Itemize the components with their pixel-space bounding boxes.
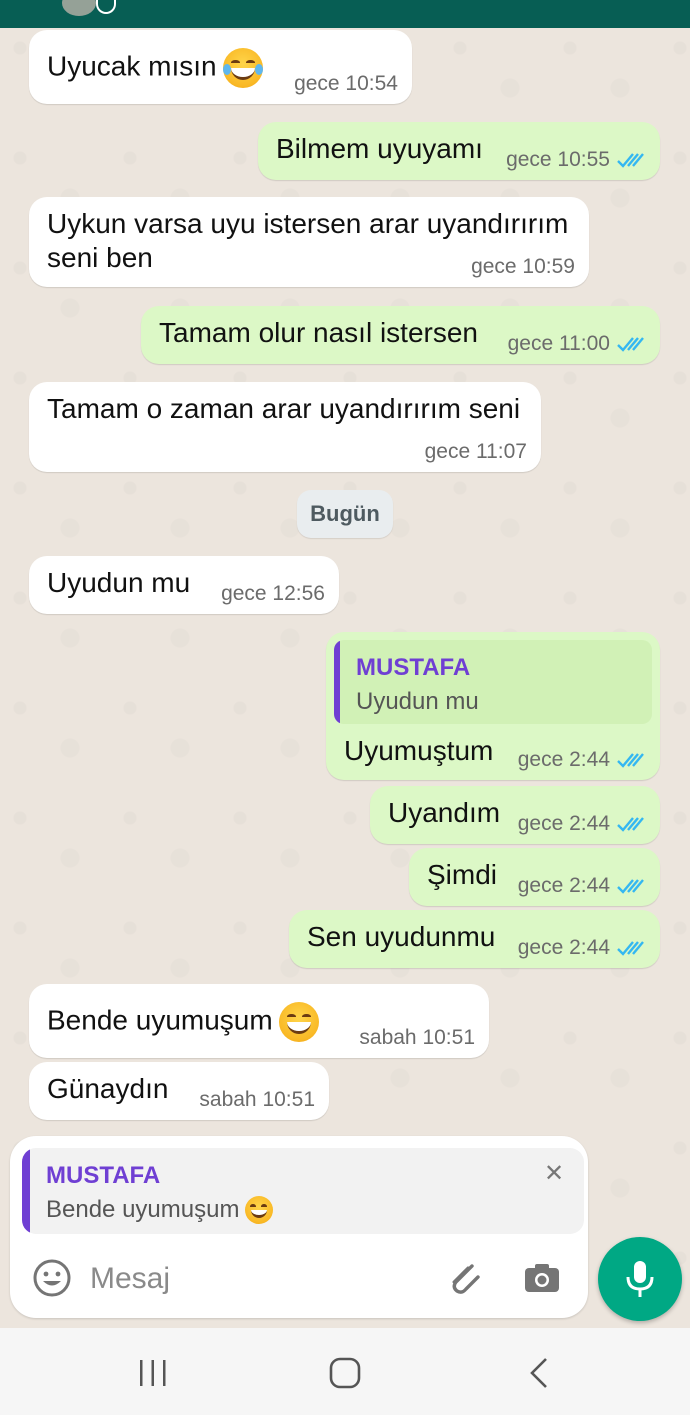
message-time: gece 11:07 [424, 440, 527, 463]
status-icon [96, 0, 116, 14]
message-incoming[interactable]: Uykun varsa uyu istersen arar uyandırırı… [29, 197, 589, 287]
system-navbar [0, 1328, 690, 1415]
message-text: Tamam olur nasıl istersen [159, 317, 479, 348]
home-icon[interactable] [328, 1356, 362, 1390]
back-icon[interactable] [526, 1356, 554, 1390]
message-outgoing[interactable]: Uyandım gece 2:44 [370, 786, 660, 844]
message-text: Uyandım [388, 797, 501, 828]
message-time: gece 2:44 [517, 936, 610, 959]
message-text: Uyucak mısın [47, 48, 263, 88]
message-time: gece 2:44 [517, 874, 610, 897]
message-time: gece 10:55 [506, 148, 610, 171]
message-time: gece 10:59 [471, 255, 575, 278]
message-text: Günaydın [47, 1073, 169, 1104]
message-text: Bende uyumuşum [47, 1002, 319, 1042]
reply-author: MUSTAFA [46, 1162, 161, 1189]
chat-header [0, 0, 690, 28]
message-outgoing[interactable]: Sen uyudunmu gece 2:44 [289, 910, 660, 968]
message-text: Şimdi [427, 859, 498, 890]
message-incoming[interactable]: Uyudun mu gece 12:56 [29, 556, 339, 614]
attach-icon[interactable] [442, 1256, 486, 1300]
message-time: gece 10:54 [294, 72, 398, 95]
message-meta: gece 11:00 [508, 332, 646, 356]
message-outgoing-reply[interactable]: MUSTAFA Uyudun mu Uyumuştum gece 2:44 [326, 632, 660, 780]
message-meta: gece 2:44 [518, 936, 646, 960]
message-text: Tamam o zaman arar uyandırırım seni [47, 393, 521, 424]
reply-text: Bende uyumuşum [46, 1196, 274, 1224]
mic-button[interactable] [598, 1237, 682, 1321]
message-time: gece 12:56 [221, 582, 325, 605]
message-text: Uyumuştum [344, 735, 494, 766]
contact-avatar[interactable] [62, 0, 96, 16]
message-incoming[interactable]: Uyucak mısın gece 10:54 [29, 30, 412, 104]
mic-icon [626, 1261, 654, 1297]
close-icon[interactable]: ✕ [540, 1160, 568, 1188]
reply-preview: MUSTAFA Bende uyumuşum ✕ [22, 1148, 584, 1234]
quote-author: MUSTAFA [356, 654, 471, 681]
read-ticks-icon [617, 817, 644, 832]
message-outgoing[interactable]: Şimdi gece 2:44 [409, 848, 660, 906]
message-time: sabah 10:51 [359, 1026, 475, 1049]
message-text: Sen uyudunmu [307, 921, 496, 952]
grinning-emoji-icon [278, 1002, 319, 1042]
message-input[interactable] [90, 1254, 430, 1304]
message-time: gece 11:00 [507, 332, 610, 355]
message-meta: gece 2:44 [518, 812, 646, 836]
read-ticks-icon [617, 153, 644, 168]
emoji-icon[interactable] [30, 1256, 74, 1300]
message-meta: gece 2:44 [518, 748, 646, 772]
quote-text: Uyudun mu [356, 688, 479, 715]
message-time: gece 2:44 [517, 812, 610, 835]
message-incoming[interactable]: Tamam o zaman arar uyandırırım seni gece… [29, 382, 541, 472]
day-separator: Bugün [297, 490, 393, 538]
quote-bar [334, 640, 340, 724]
read-ticks-icon [617, 337, 644, 352]
message-outgoing[interactable]: Tamam olur nasıl istersen gece 11:00 [141, 306, 660, 364]
message-composer: MUSTAFA Bende uyumuşum ✕ [10, 1136, 588, 1318]
read-ticks-icon [617, 879, 644, 894]
message-text: Bilmem uyuyamı [276, 133, 483, 164]
read-ticks-icon [617, 753, 644, 768]
reply-bar [22, 1148, 30, 1234]
message-text-line-1: Uykun varsa uyu istersen arar uyandırırı… [47, 208, 569, 239]
message-outgoing[interactable]: Bilmem uyuyamı gece 10:55 [258, 122, 660, 180]
recent-apps-icon[interactable] [136, 1358, 170, 1388]
read-ticks-icon [617, 941, 644, 956]
tears-of-joy-emoji-icon [222, 48, 263, 88]
message-text: Uyudun mu [47, 567, 191, 598]
message-meta: gece 2:44 [518, 874, 646, 898]
message-incoming[interactable]: Günaydın sabah 10:51 [29, 1062, 329, 1120]
message-time: gece 2:44 [517, 748, 610, 771]
message-incoming[interactable]: Bende uyumuşum sabah 10:51 [29, 984, 489, 1058]
message-meta: gece 10:55 [506, 148, 646, 172]
message-time: sabah 10:51 [199, 1088, 315, 1111]
message-text-line-2: seni ben [47, 242, 153, 273]
quoted-message[interactable]: MUSTAFA Uyudun mu [334, 640, 652, 724]
grinning-emoji-icon [245, 1196, 274, 1224]
camera-icon[interactable] [520, 1256, 564, 1300]
